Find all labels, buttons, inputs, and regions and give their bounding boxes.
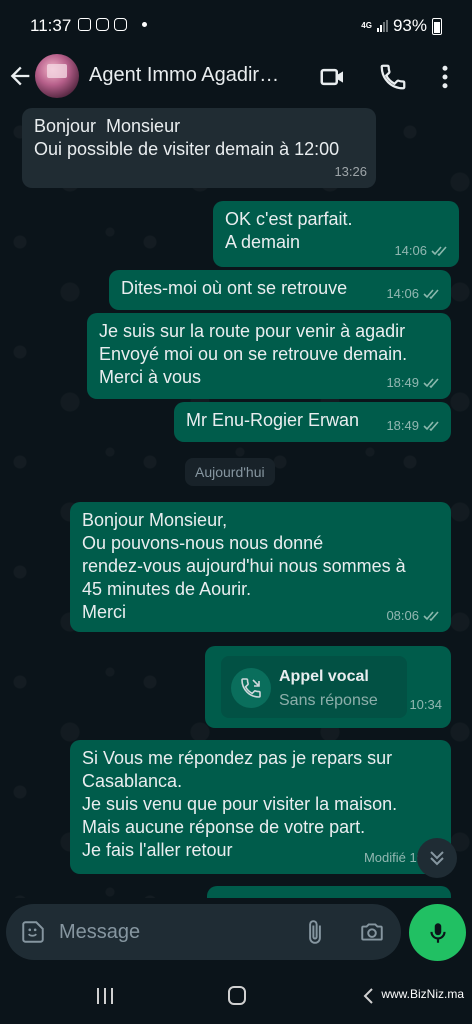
missed-call-card[interactable]: Appel vocal Sans réponse bbox=[221, 656, 407, 718]
composer bbox=[0, 898, 472, 968]
system-navbar: www.BizNiz.ma bbox=[0, 968, 472, 1024]
message-time: 10:34 bbox=[409, 697, 442, 712]
message-bubble-outgoing-partial[interactable] bbox=[207, 886, 451, 898]
back-arrow-icon[interactable] bbox=[6, 62, 34, 90]
message-bubble-outgoing[interactable]: Bonjour Monsieur, Ou pouvons-nous nous d… bbox=[70, 502, 451, 632]
status-bar: 11:37 4G 93% bbox=[0, 0, 472, 52]
read-checks-icon bbox=[423, 378, 439, 388]
double-chevron-down-icon bbox=[430, 851, 444, 866]
message-bubble-outgoing[interactable]: Mr Enu-Rogier Erwan 18:49 bbox=[174, 402, 451, 442]
message-meta: 18:49 bbox=[386, 414, 442, 437]
read-checks-icon bbox=[423, 289, 439, 299]
message-time: 08:06 bbox=[386, 608, 419, 623]
voice-call-bubble[interactable]: Appel vocal Sans réponse 10:34 bbox=[205, 646, 451, 728]
mic-icon bbox=[429, 922, 446, 943]
read-checks-icon bbox=[431, 246, 447, 256]
phone-icon[interactable] bbox=[378, 62, 408, 92]
message-meta: 13:26 bbox=[334, 160, 367, 183]
message-text: Si Vous me répondez pas je repars sur Ca… bbox=[82, 748, 398, 860]
message-bubble-outgoing[interactable]: Si Vous me répondez pas je repars sur Ca… bbox=[70, 740, 451, 874]
chat-area[interactable]: Bonjour Monsieur Oui possible de visiter… bbox=[0, 102, 472, 898]
instagram-icon bbox=[96, 18, 109, 31]
message-bubble-outgoing[interactable]: Dites-moi où ont se retrouve 14:06 bbox=[109, 270, 451, 310]
network-type: 4G bbox=[361, 21, 372, 30]
signal-icon bbox=[376, 20, 388, 32]
message-input[interactable] bbox=[59, 918, 289, 946]
contact-avatar[interactable] bbox=[35, 54, 79, 98]
gallery-icon bbox=[78, 18, 91, 31]
message-time: 14:06 bbox=[386, 286, 419, 301]
status-time: 11:37 bbox=[30, 16, 72, 35]
more-vert-icon[interactable] bbox=[430, 62, 460, 92]
home-icon[interactable] bbox=[224, 984, 250, 1008]
read-checks-icon bbox=[423, 421, 439, 431]
video-call-icon[interactable] bbox=[318, 62, 348, 92]
message-meta: 18:49 bbox=[386, 371, 442, 394]
message-text: Bonjour Monsieur Oui possible de visiter… bbox=[34, 116, 340, 159]
more-notifications-icon bbox=[142, 22, 147, 27]
contact-name[interactable]: Agent Immo Agadir… bbox=[89, 64, 289, 87]
message-time: 14:06 bbox=[394, 243, 427, 258]
message-bubble-incoming[interactable]: Bonjour Monsieur Oui possible de visiter… bbox=[22, 108, 376, 188]
camera-icon[interactable] bbox=[359, 919, 385, 945]
message-time: 18:49 bbox=[386, 375, 419, 390]
missed-call-icon bbox=[231, 668, 271, 708]
message-meta: 14:06 bbox=[386, 282, 442, 305]
call-title: Appel vocal bbox=[279, 668, 369, 685]
notification-icons bbox=[78, 18, 147, 31]
message-input-container[interactable] bbox=[6, 904, 401, 960]
sticker-icon[interactable] bbox=[20, 919, 46, 945]
status-right: 4G 93% bbox=[361, 16, 442, 36]
battery-level: 93% bbox=[392, 16, 427, 35]
watermark: www.BizNiz.ma bbox=[381, 987, 464, 1001]
back-nav-icon[interactable] bbox=[356, 984, 382, 1008]
message-time: 18:49 bbox=[386, 418, 419, 433]
message-time: 13:26 bbox=[334, 164, 367, 179]
message-meta: 14:06 bbox=[394, 239, 450, 262]
message-meta: 08:06 bbox=[386, 604, 442, 627]
date-separator: Aujourd'hui bbox=[185, 458, 275, 486]
attach-icon[interactable] bbox=[302, 919, 328, 945]
battery-icon bbox=[432, 17, 442, 35]
recent-apps-icon[interactable] bbox=[92, 984, 118, 1008]
instagram-icon bbox=[114, 18, 127, 31]
message-bubble-outgoing[interactable]: OK c'est parfait. A demain 14:06 bbox=[213, 201, 459, 267]
scroll-down-button[interactable] bbox=[417, 838, 457, 878]
message-meta: 10:34 bbox=[409, 693, 442, 716]
read-checks-icon bbox=[423, 611, 439, 621]
chat-header: Agent Immo Agadir… bbox=[0, 52, 472, 102]
call-status: Sans réponse bbox=[279, 692, 378, 709]
message-bubble-outgoing[interactable]: Je suis sur la route pour venir à agadir… bbox=[87, 313, 451, 399]
voice-record-button[interactable] bbox=[409, 904, 466, 961]
